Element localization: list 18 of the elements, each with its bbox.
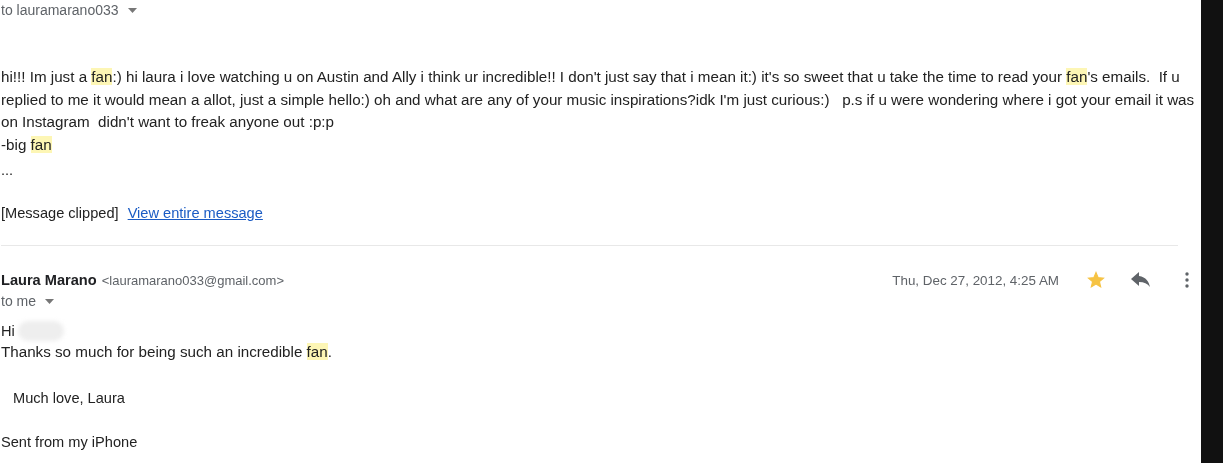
star-icon[interactable]	[1087, 271, 1105, 290]
clip-notice: [Message clipped]	[1, 205, 119, 222]
sender-email: <lauramarano033@gmail.com>	[101, 272, 284, 288]
view-entire-message-link[interactable]: View entire message	[127, 205, 263, 222]
recipient-label: to me	[1, 293, 36, 310]
message-body: Thanks so much for being such an incredible fan.	[1, 342, 333, 363]
greeting-text: Hi	[1, 322, 15, 342]
signature-text: Sent from my iPhone	[1, 432, 138, 452]
recipient-label: to lauramarano033	[1, 2, 119, 18]
caret-icon[interactable]	[45, 298, 54, 304]
more-options-icon[interactable]	[1185, 272, 1189, 289]
sender-name: Laura Marano	[1, 272, 97, 289]
message-date: Thu, Dec 27, 2012, 4:25 AM	[892, 272, 1059, 288]
ellipsis-text: ...	[1, 161, 14, 181]
signoff-text: Much love, Laura	[13, 388, 125, 408]
message-body: hi!!! Im just a fan:) hi laura i love watching u on Austin and Ally i think ur incredible!! I don't just say that i mean it:) it's so sweet that u take the time to read your fan's emails. If u replied to me it would mean a allot, just a simple hello:) oh and what are any of your music inspirations?idk I'm just curious:) p.s if u were wondering where i got your email it was on Instagram didn't want to freak anyone out :p:p -big fan	[1, 67, 1196, 155]
reply-icon[interactable]	[1131, 272, 1151, 289]
caret-icon[interactable]	[127, 7, 137, 13]
